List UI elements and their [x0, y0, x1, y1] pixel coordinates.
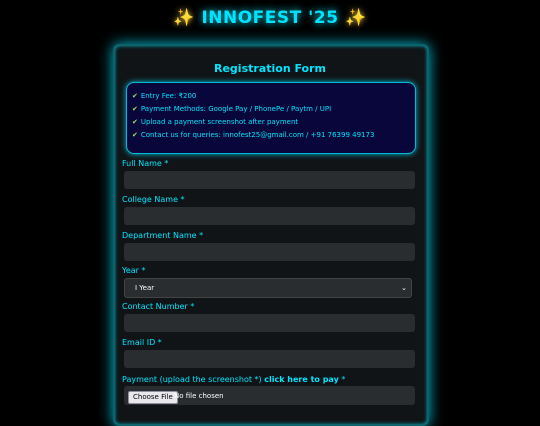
year-selected-value: I Year: [135, 284, 155, 292]
info-text: Contact us for queries: innofest25@gmail…: [140, 131, 375, 139]
chevron-down-icon: ⌄: [401, 284, 407, 292]
department-name-label: Department Name *: [122, 231, 204, 240]
check-icon: ✔: [132, 92, 138, 100]
info-item-payment-methods: ✔ Payment Methods: Google Pay / PhonePe /…: [132, 105, 331, 113]
form-title: Registration Form: [214, 62, 326, 75]
check-icon: ✔: [132, 131, 138, 139]
college-name-label: College Name *: [122, 195, 185, 204]
college-name-input[interactable]: [124, 207, 415, 225]
check-icon: ✔: [132, 105, 138, 113]
page-title: ✨ INNOFEST '25 ✨: [0, 8, 540, 28]
info-text: Upload a payment screenshot after paymen…: [140, 118, 299, 126]
info-item-upload: ✔ Upload a payment screenshot after payme…: [132, 118, 298, 126]
contact-number-input[interactable]: [124, 314, 415, 332]
pay-link[interactable]: click here to pay: [264, 375, 339, 384]
sparkle-icon: ✨: [344, 8, 367, 28]
year-select[interactable]: I Year ⌄: [124, 278, 412, 298]
sparkle-icon: ✨: [173, 8, 196, 28]
email-label: Email ID *: [122, 338, 162, 347]
payment-file-input: Choose File No file chosen: [124, 386, 415, 405]
page-title-text: INNOFEST '25: [201, 8, 339, 28]
info-text: Entry Fee: ₹200: [140, 92, 197, 100]
payment-label-text: Payment (upload the screenshot *): [122, 375, 262, 384]
payment-required-star: *: [341, 375, 346, 384]
full-name-input[interactable]: [124, 171, 415, 189]
department-name-input[interactable]: [124, 243, 415, 261]
check-icon: ✔: [132, 118, 138, 126]
full-name-label: Full Name *: [122, 159, 169, 168]
info-item-contact: ✔ Contact us for queries: innofest25@gmai…: [132, 131, 374, 139]
payment-label: Payment (upload the screenshot *) click …: [122, 375, 345, 384]
contact-number-label: Contact Number *: [122, 302, 195, 311]
year-label: Year *: [122, 266, 146, 275]
email-input[interactable]: [124, 350, 415, 368]
file-status: No file chosen: [174, 392, 224, 400]
info-text: Payment Methods: Google Pay / PhonePe / …: [140, 105, 332, 113]
choose-file-button[interactable]: Choose File: [128, 391, 178, 404]
info-item-entry-fee: ✔ Entry Fee: ₹200: [132, 92, 196, 100]
